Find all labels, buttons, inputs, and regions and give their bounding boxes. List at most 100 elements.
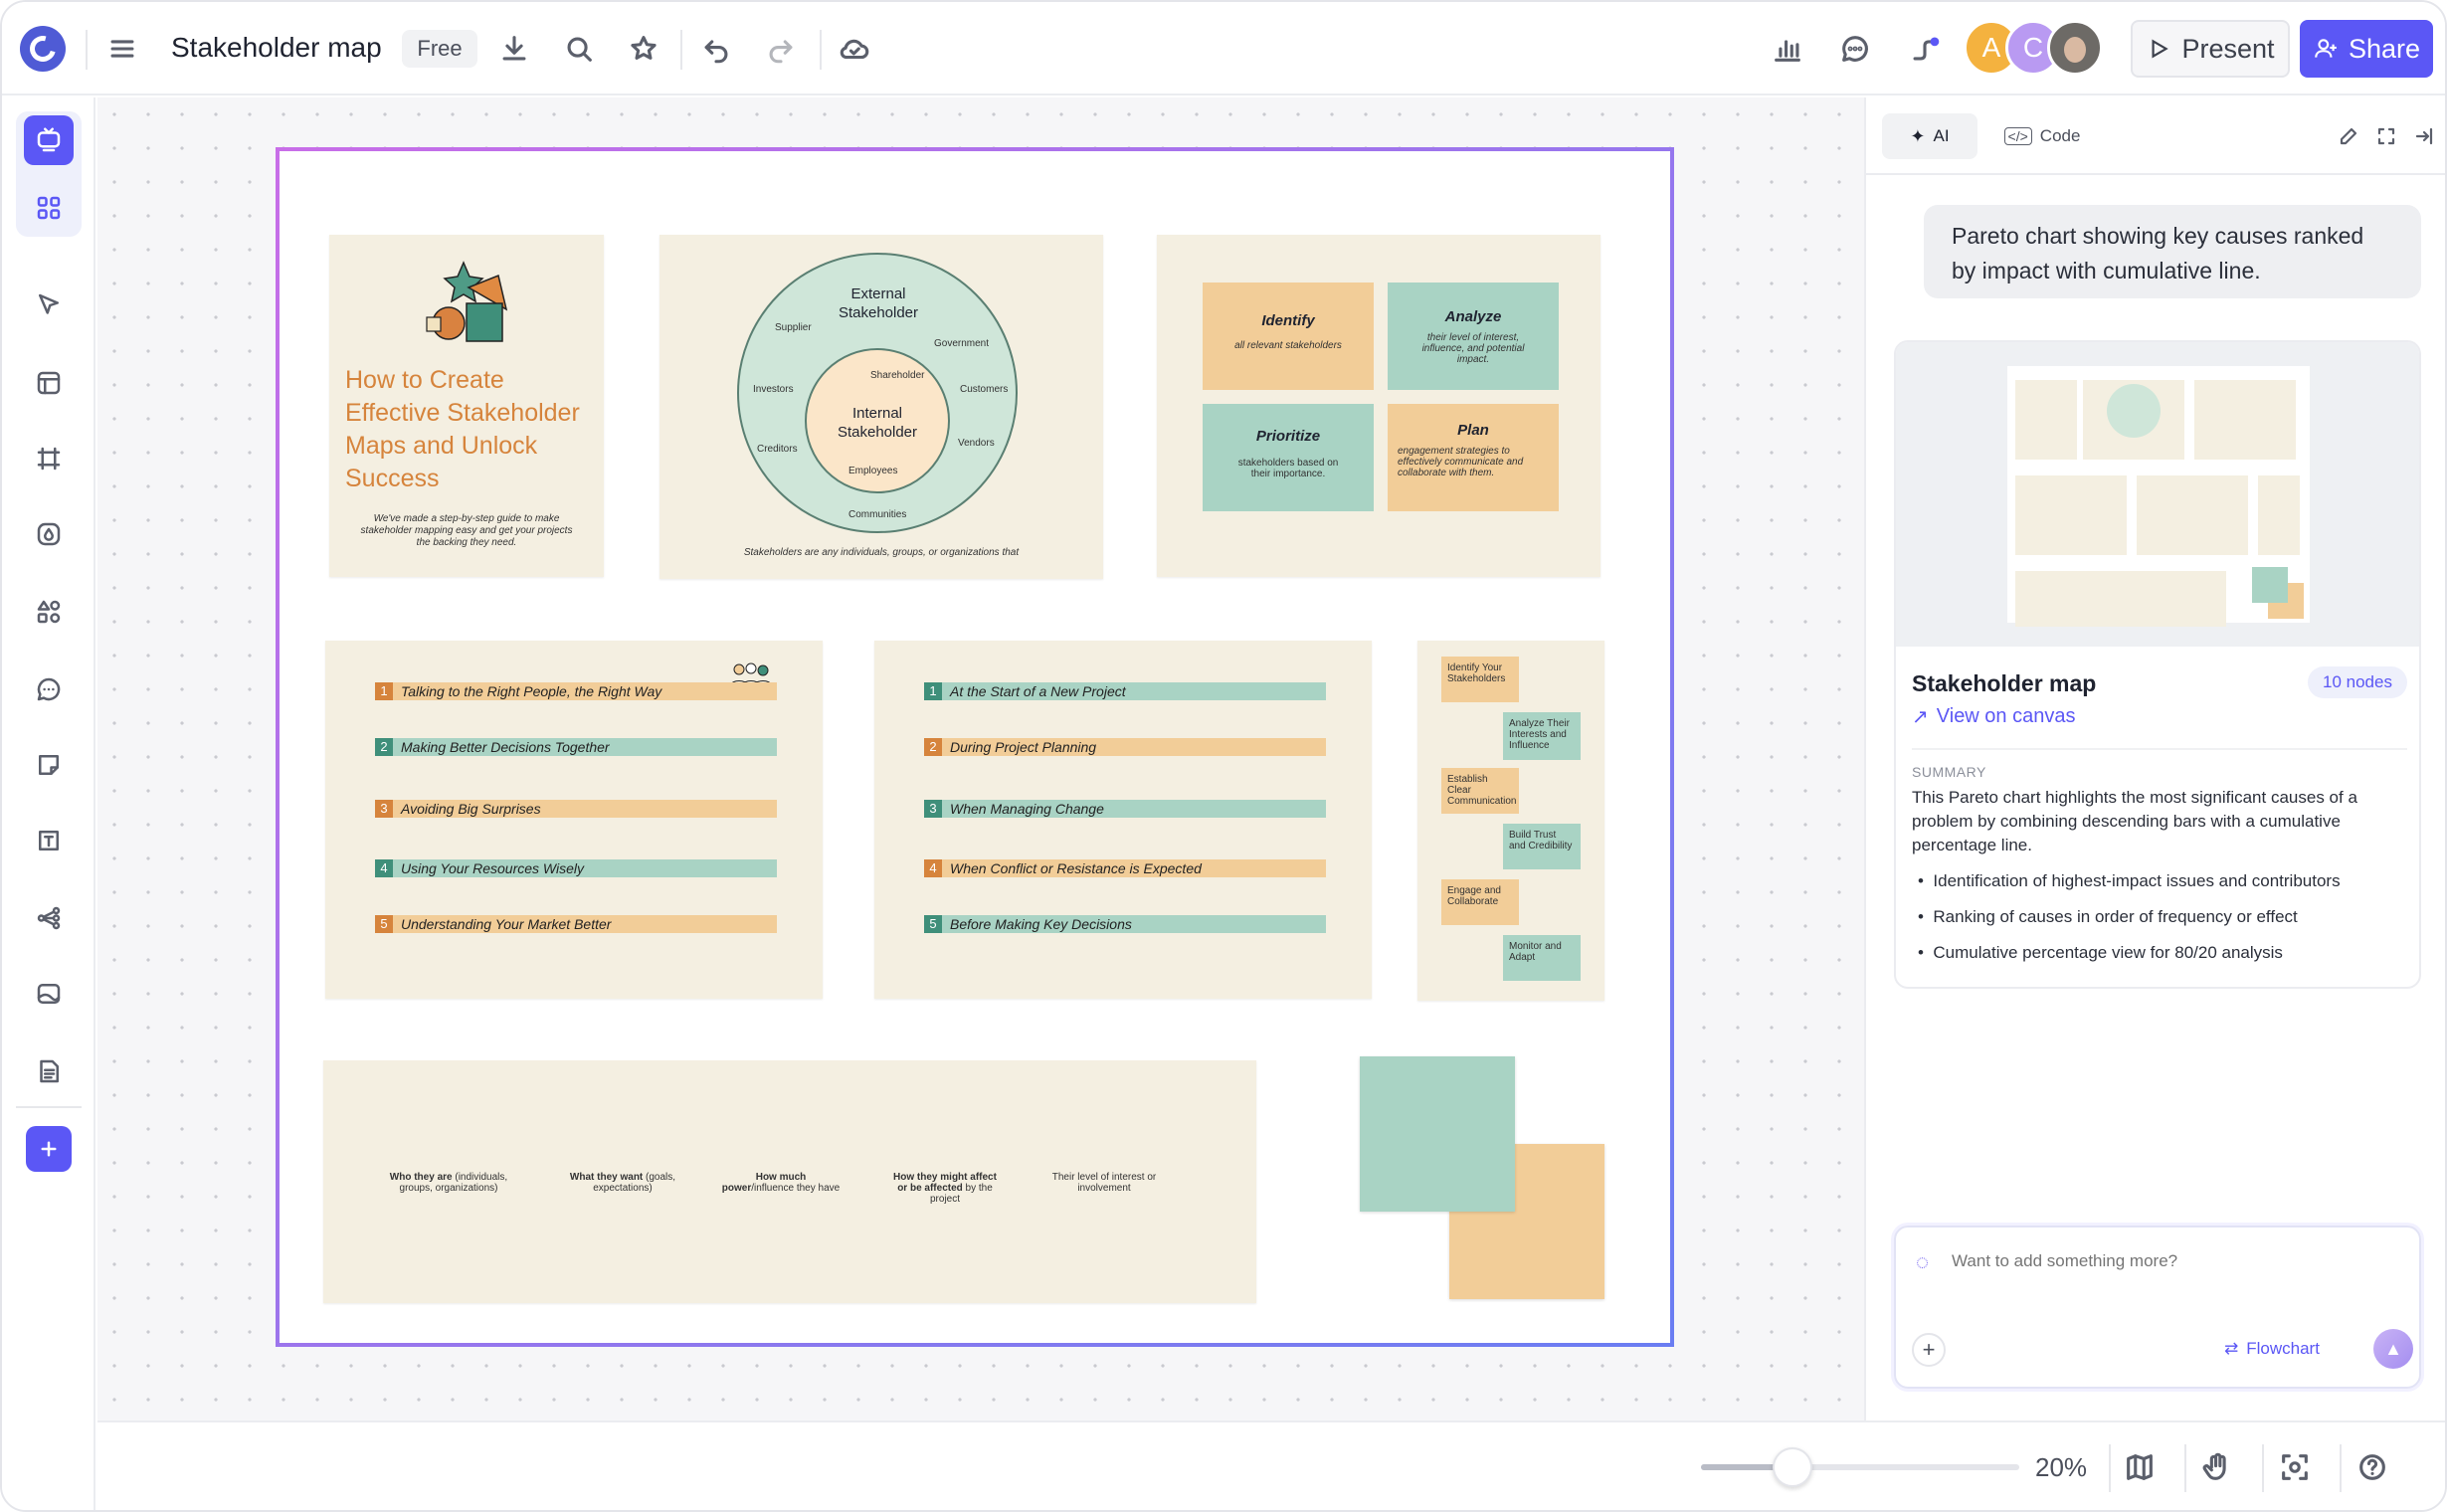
list-item: 2 Making Better Decisions Together xyxy=(375,738,777,756)
identify-text: all relevant stakeholders xyxy=(1234,340,1342,351)
steps-card[interactable]: Identify Your Stakeholders Analyze Their… xyxy=(1417,641,1604,1001)
outer-circle-label: External Stakeholder xyxy=(838,285,919,321)
map-icon[interactable] xyxy=(2121,1448,2159,1486)
canvas-frame[interactable]: How to Create Effective Stakeholder Maps… xyxy=(276,147,1674,1347)
list-item-label: Using Your Resources Wisely xyxy=(401,860,585,876)
attribute-column: Their level of interest or involvement xyxy=(1051,1172,1157,1194)
left-toolbar xyxy=(2,97,95,1510)
select-tool-icon[interactable] xyxy=(24,281,74,330)
search-icon[interactable] xyxy=(560,30,598,68)
result-divider xyxy=(1912,748,2407,750)
sticky-note-green[interactable] xyxy=(1360,1056,1515,1212)
help-icon[interactable] xyxy=(2353,1448,2391,1486)
menu-icon[interactable] xyxy=(103,30,141,68)
timing-list-card[interactable]: 1 At the Start of a New Project 2 During P… xyxy=(874,641,1372,999)
zoom-slider[interactable] xyxy=(1701,1447,2019,1487)
list-item-label: At the Start of a New Project xyxy=(950,683,1126,699)
identify-box: Identify all relevant stakeholders xyxy=(1203,283,1374,390)
frame-tool-icon[interactable] xyxy=(24,434,74,483)
tab-code-label: Code xyxy=(2039,126,2081,145)
outer-label: Government xyxy=(934,338,990,349)
toolbar-separator xyxy=(16,1106,82,1108)
attach-button[interactable]: + xyxy=(1912,1333,1946,1367)
app-logo-icon[interactable] xyxy=(20,26,66,72)
add-user-icon xyxy=(2315,39,2337,58)
step-box: Analyze Their Interests and Influence xyxy=(1503,712,1581,760)
chat-input[interactable] xyxy=(1952,1245,2389,1277)
cloud-sync-icon[interactable] xyxy=(836,30,873,68)
list-item-label: Making Better Decisions Together xyxy=(401,739,610,755)
grid-tool-icon[interactable] xyxy=(24,183,74,233)
title-card[interactable]: How to Create Effective Stakeholder Maps… xyxy=(329,235,604,577)
list-item-label: Before Making Key Decisions xyxy=(950,916,1132,932)
share-label: Share xyxy=(2348,33,2421,64)
attribute-column: Who they are (individuals, groups, organ… xyxy=(389,1172,508,1194)
list-item-label: During Project Planning xyxy=(950,739,1097,755)
expand-icon[interactable] xyxy=(2371,121,2401,151)
document-tool-icon[interactable] xyxy=(24,1046,74,1096)
inner-circle-label: Internal Stakeholder xyxy=(837,405,918,441)
frames-tool-icon[interactable] xyxy=(24,115,74,165)
analyze-box: Analyze their level of interest, influen… xyxy=(1388,283,1559,390)
share-button[interactable]: Share xyxy=(2300,20,2433,78)
code-icon: </> xyxy=(2003,127,2032,145)
collapse-panel-icon[interactable] xyxy=(2409,121,2439,151)
text-tool-icon[interactable] xyxy=(24,816,74,865)
document-title[interactable]: Stakeholder map xyxy=(171,32,382,64)
mode-selector[interactable]: ⇄ Flowchart xyxy=(2224,1339,2320,1359)
shape-tool-icon[interactable] xyxy=(24,509,74,559)
comment-icon[interactable] xyxy=(1836,30,1874,68)
stakeholder-circle-card[interactable]: External Stakeholder Internal Stakeholde… xyxy=(659,235,1103,579)
avatar-photo[interactable] xyxy=(2047,20,2103,76)
template-tool-icon[interactable] xyxy=(24,358,74,408)
download-icon[interactable] xyxy=(495,30,533,68)
connector-icon[interactable] xyxy=(1906,30,1944,68)
fit-screen-icon[interactable] xyxy=(2276,1448,2314,1486)
attributes-card[interactable]: Who they are (individuals, groups, organ… xyxy=(323,1060,1256,1303)
attribute-column: How they might affect or be affected by … xyxy=(893,1172,997,1205)
prioritize-text: stakeholders based on their importance. xyxy=(1237,458,1339,479)
list-item: 1 Talking to the Right People, the Right … xyxy=(375,682,777,700)
circle-card-caption: Stakeholders are any individuals, groups… xyxy=(743,547,1020,558)
result-card[interactable]: Stakeholder map 10 nodes ↗ View on canvas… xyxy=(1894,340,2421,989)
chat-input-box[interactable]: ◌ + ⇄ Flowchart ▲ xyxy=(1894,1226,2421,1389)
nodes-badge: 10 nodes xyxy=(2308,666,2407,698)
chart-icon[interactable] xyxy=(1769,30,1806,68)
user-prompt-bubble: Pareto chart showing key causes ranked b… xyxy=(1924,205,2421,298)
redo-icon[interactable] xyxy=(762,30,800,68)
ai-side-panel: ✦ AI </> Code Pareto chart showing key cau… xyxy=(1864,97,2445,1420)
comment-tool-icon[interactable] xyxy=(24,664,74,714)
title-card-heading: How to Create Effective Stakeholder Maps… xyxy=(345,366,580,492)
plan-badge[interactable]: Free xyxy=(402,30,477,68)
summary-bullet: • Ranking of causes in order of frequenc… xyxy=(1918,907,2298,926)
outer-label: Investors xyxy=(753,384,794,395)
benefits-list-card[interactable]: 1 Talking to the Right People, the Right … xyxy=(325,641,823,999)
analyze-text: their level of interest, influence, and … xyxy=(1421,332,1525,365)
tab-code[interactable]: </> Code xyxy=(1987,113,2097,159)
view-on-canvas-link[interactable]: ↗ View on canvas xyxy=(1912,704,2075,729)
list-item: 3 When Managing Change xyxy=(924,800,1326,818)
step-box: Monitor and Adapt xyxy=(1503,935,1581,981)
zoom-slider-handle[interactable] xyxy=(1773,1447,1812,1487)
bottom-bar: 20% xyxy=(97,1420,2445,1510)
summary-bullet-text: Ranking of causes in order of frequency … xyxy=(1933,907,2298,926)
edit-icon[interactable] xyxy=(2334,121,2363,151)
mindmap-tool-icon[interactable] xyxy=(24,893,74,943)
shapes-library-icon[interactable] xyxy=(24,587,74,637)
tab-ai[interactable]: ✦ AI xyxy=(1882,113,1977,159)
list-item-label: Avoiding Big Surprises xyxy=(401,801,541,817)
sticky-note-tool-icon[interactable] xyxy=(24,740,74,790)
prioritize-box: Prioritize stakeholders based on their i… xyxy=(1203,404,1374,511)
hand-pan-icon[interactable] xyxy=(2198,1448,2236,1486)
undo-icon[interactable] xyxy=(697,30,735,68)
zoom-level[interactable]: 20% xyxy=(2035,1452,2087,1483)
image-tool-icon[interactable] xyxy=(24,969,74,1019)
present-button[interactable]: Present xyxy=(2131,20,2290,78)
add-tool-icon[interactable] xyxy=(26,1126,72,1172)
process-grid-card[interactable]: Identify all relevant stakeholders Analy… xyxy=(1157,235,1600,577)
panel-divider xyxy=(1866,173,2445,175)
star-icon[interactable] xyxy=(625,30,662,68)
arrow-up-right-icon: ↗ xyxy=(1912,706,1929,728)
send-button[interactable]: ▲ xyxy=(2373,1329,2413,1369)
summary-bullet: • Identification of highest-impact issue… xyxy=(1918,871,2341,890)
